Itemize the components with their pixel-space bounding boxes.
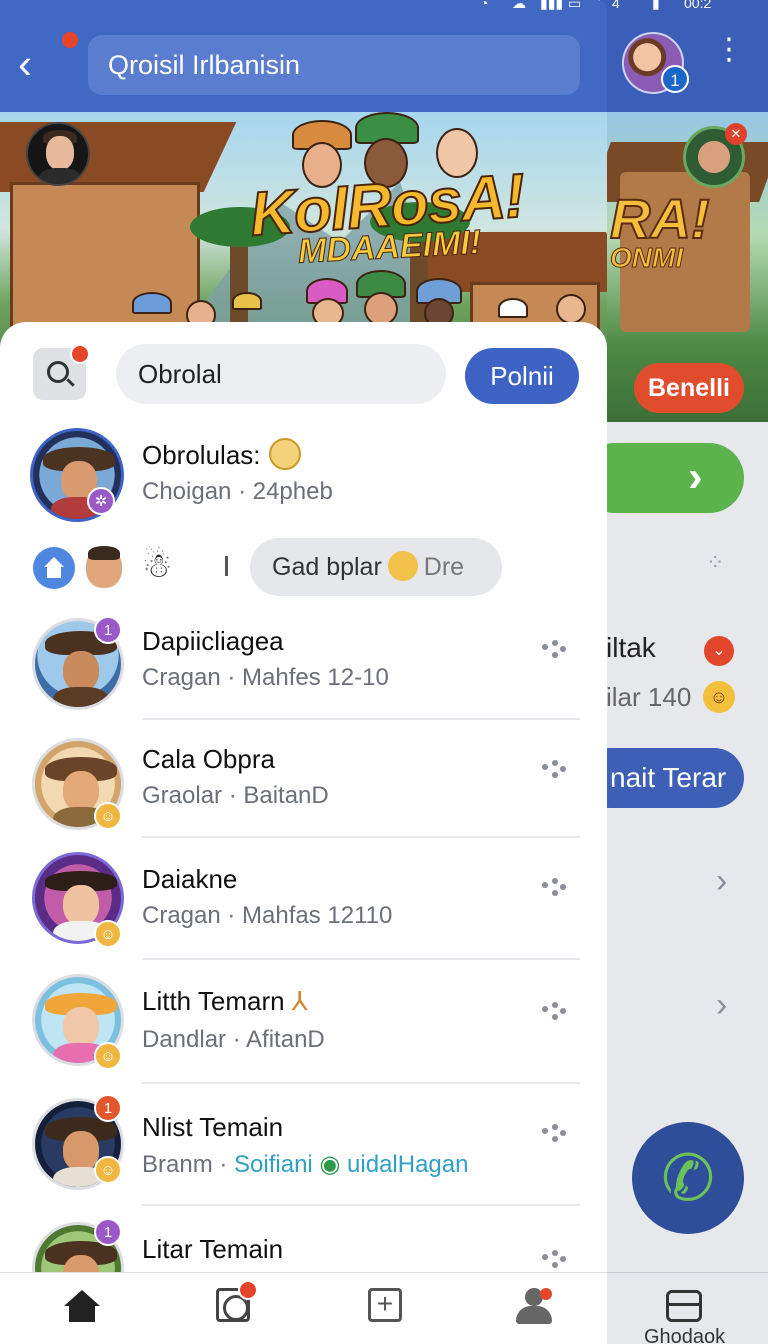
chat-preview: Cragan · Mahfes 12-10 bbox=[142, 664, 389, 691]
leaf-emoji-icon bbox=[387, 551, 418, 581]
chevron-down-icon: ⌄ bbox=[704, 636, 734, 666]
stack-icon[interactable] bbox=[666, 1290, 702, 1322]
status-battery: 4 bbox=[612, 0, 620, 11]
chat-preview: Dandlar · AfitanD bbox=[142, 1026, 325, 1053]
pinned-chat-name[interactable]: Obrolulas: bbox=[142, 438, 301, 471]
smile-emoji-icon: ☺ bbox=[703, 681, 735, 713]
chat-title-field[interactable]: Qroisil Irlbanisin bbox=[88, 35, 580, 95]
chat-name-text: Litth Temarn bbox=[142, 986, 285, 1016]
emoji-badge: ☺ bbox=[94, 1042, 122, 1070]
chat-preview: Branm · Soifiani ◉ uidalHagan bbox=[142, 1150, 468, 1179]
wifi-icon: ☁ bbox=[512, 0, 526, 11]
whatsapp-icon: ◉ bbox=[319, 1151, 341, 1178]
more-options-icon[interactable] bbox=[538, 1122, 568, 1152]
chat-preview: Cragan · Mahfas 12110 bbox=[142, 902, 393, 929]
chevron-right-icon[interactable]: › bbox=[716, 862, 727, 901]
background-hero-badge: ✕ bbox=[725, 123, 747, 145]
search-button[interactable]: Polnii bbox=[465, 348, 579, 404]
friend-avatar[interactable] bbox=[86, 546, 122, 588]
more-options-icon[interactable] bbox=[538, 1000, 568, 1030]
emoji-badge: ☺ bbox=[94, 802, 122, 830]
pinned-chat-sub: Choigan · 24pheb bbox=[142, 478, 333, 505]
emoji-badge: ☺ bbox=[94, 1156, 122, 1184]
chevron-right-icon: › bbox=[688, 452, 703, 501]
sticker-icon bbox=[268, 438, 301, 470]
row-divider bbox=[142, 958, 580, 960]
chat-preview-suffix[interactable]: uidalHagan bbox=[347, 1151, 468, 1178]
chat-name[interactable]: Dapiicliagea bbox=[142, 626, 284, 657]
row-divider bbox=[142, 1082, 580, 1084]
status-time: 00:2 bbox=[684, 0, 712, 11]
background-nav-label: Ghodaok bbox=[644, 1326, 726, 1344]
background-banner-subtitle: ONMI bbox=[609, 242, 684, 274]
background-row-label: iltak bbox=[606, 632, 656, 663]
emoji-badge: ☺ bbox=[94, 920, 122, 948]
nav-home-icon[interactable] bbox=[64, 1290, 100, 1322]
background-avatar-badge: 1 bbox=[661, 65, 689, 93]
unread-badge: 1 bbox=[94, 1094, 122, 1122]
unread-badge: 1 bbox=[94, 616, 122, 644]
chat-name[interactable]: Nlist Temain bbox=[142, 1112, 283, 1143]
background-row-sub: ilar 140 bbox=[606, 682, 692, 712]
chat-preview-highlight[interactable]: Soifiani bbox=[234, 1151, 313, 1178]
more-options-icon[interactable]: ⋮ bbox=[714, 35, 744, 84]
banner-avatar[interactable] bbox=[26, 122, 90, 186]
dots-icon[interactable]: ⁘ bbox=[706, 552, 724, 574]
unread-badge: 1 bbox=[94, 1218, 122, 1246]
name-mark: ⅄ bbox=[291, 986, 308, 1016]
chevron-right-icon[interactable]: › bbox=[716, 986, 727, 1025]
nav-add-icon[interactable]: + bbox=[368, 1288, 402, 1322]
status-bar: ◔ ☁ ▮▮▮ ▭ 4 ▮ 00:2 bbox=[0, 0, 768, 14]
row-divider bbox=[142, 1204, 580, 1206]
chat-name[interactable]: Litar Temain bbox=[142, 1234, 283, 1265]
chat-preview: Graolar · BaitanD bbox=[142, 782, 329, 809]
home-icon[interactable] bbox=[33, 547, 75, 589]
group-chip-extra: Dre bbox=[423, 553, 465, 581]
call-fab-button[interactable]: ✆ bbox=[632, 1122, 744, 1234]
back-badge bbox=[62, 32, 78, 48]
more-options-icon[interactable] bbox=[538, 876, 568, 906]
divider bbox=[225, 556, 228, 576]
more-options-icon[interactable] bbox=[538, 638, 568, 668]
more-options-icon[interactable] bbox=[538, 758, 568, 788]
row-divider bbox=[142, 718, 580, 720]
group-chip-label: Gad bplar bbox=[272, 553, 382, 581]
chat-name[interactable]: Litth Temarn ⅄ bbox=[142, 986, 308, 1017]
chat-preview-prefix: Branm · bbox=[142, 1151, 228, 1178]
chat-name[interactable]: Cala Obpra bbox=[142, 744, 275, 775]
battery-icon: ▭ bbox=[568, 0, 582, 11]
battery-level-icon: ▮ bbox=[652, 0, 660, 11]
row-divider bbox=[142, 836, 580, 838]
nav-profile-badge bbox=[540, 1288, 552, 1300]
chat-name[interactable]: Daiakne bbox=[142, 864, 237, 895]
background-banner-button[interactable]: Benelli bbox=[634, 363, 744, 413]
search-input[interactable]: Obrolal bbox=[116, 344, 446, 404]
person-icon[interactable]: ☃ bbox=[142, 546, 172, 586]
nav-chats-badge bbox=[238, 1280, 258, 1300]
pinned-chat-name-text: Obrolulas: bbox=[142, 440, 261, 470]
alarm-icon: ◔ bbox=[480, 0, 489, 11]
signal-icon: ▮▮▮ bbox=[540, 0, 564, 11]
pinned-avatar-badge: ✲ bbox=[87, 487, 115, 515]
back-button[interactable]: ‹ bbox=[18, 42, 72, 92]
group-chip[interactable]: Gad bplar Dre bbox=[250, 538, 502, 596]
search-notification-badge bbox=[70, 344, 90, 364]
back-arrow-icon: ‹ bbox=[18, 40, 32, 87]
